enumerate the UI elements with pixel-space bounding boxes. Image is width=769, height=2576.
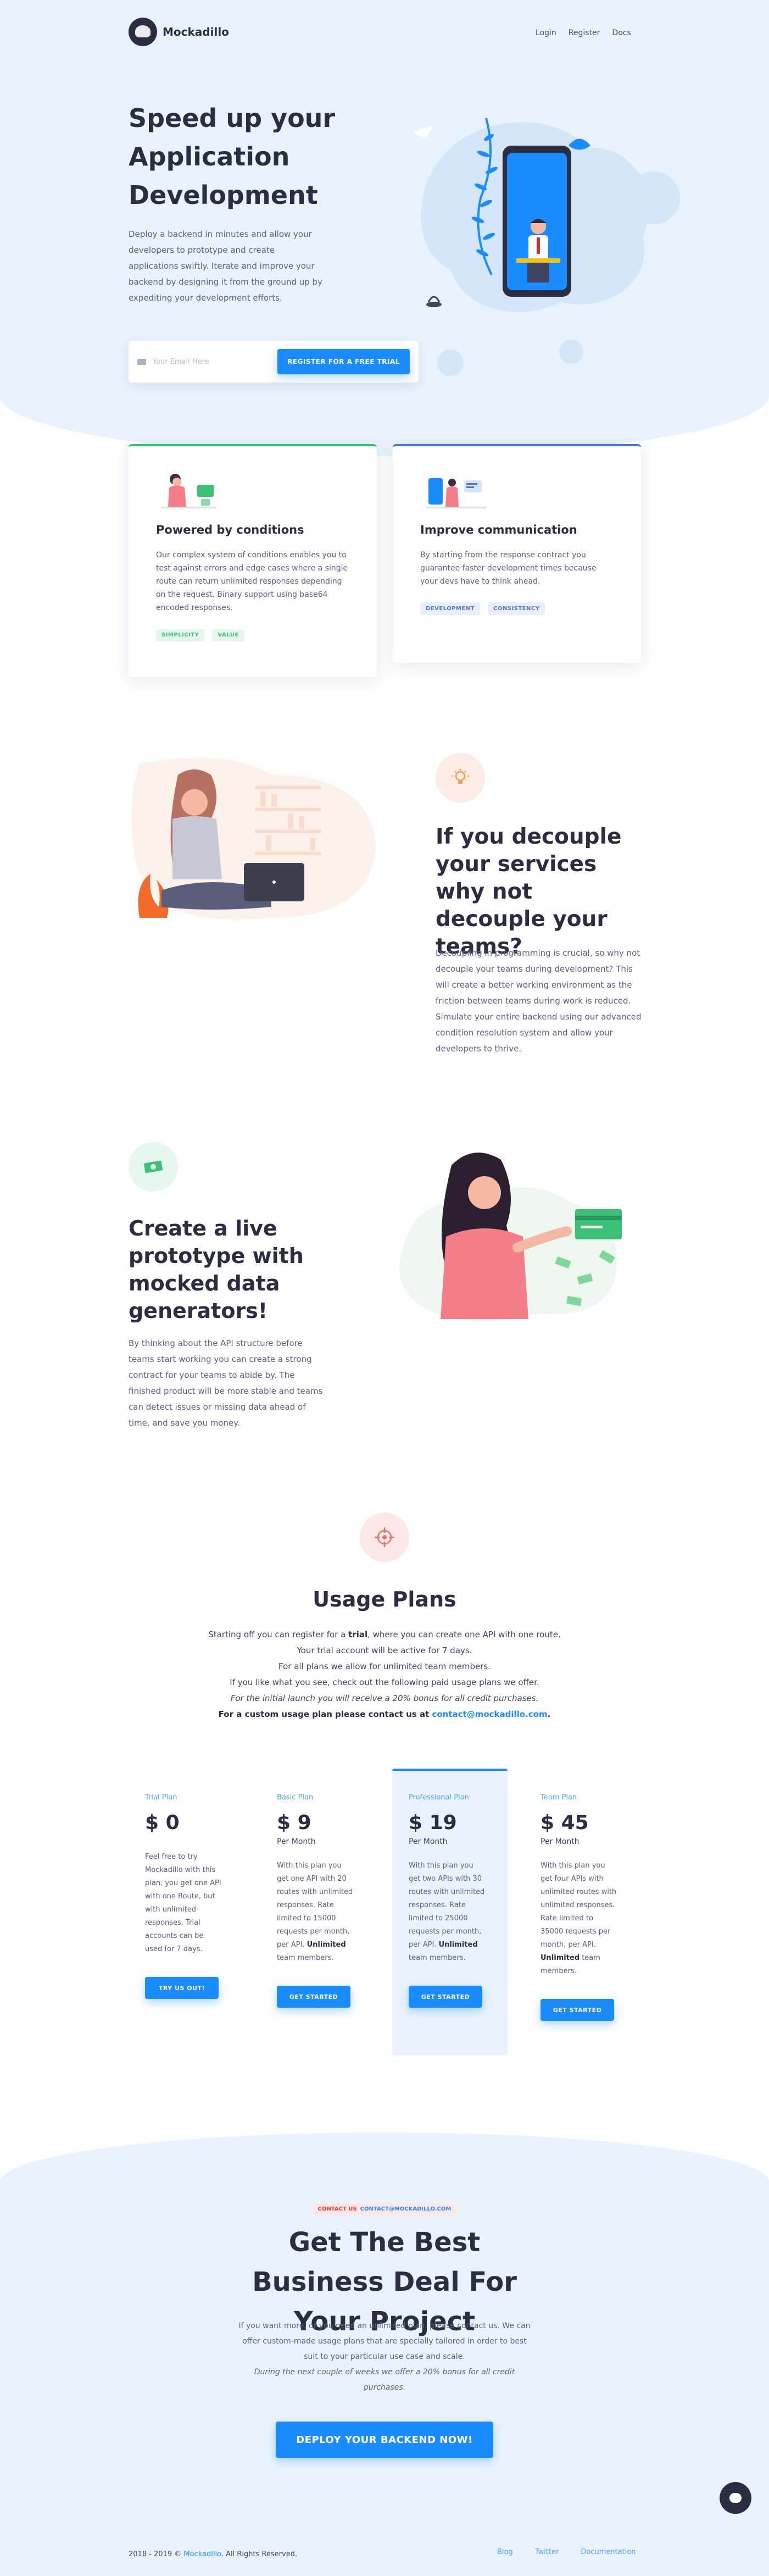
deploy-backend-button[interactable]: DEPLOY YOUR BACKEND NOW! — [276, 2422, 493, 2458]
footer-copyright: 2018 - 2019 © Mockadillo. All Rights Res… — [129, 2550, 297, 2558]
pricing-line5: For the initial launch you will receive … — [230, 1693, 539, 1703]
tag-value: VALUE — [212, 629, 244, 641]
business-text: If you want more, or you need an unlimit… — [238, 2322, 531, 2361]
envelope-icon — [137, 358, 146, 365]
email-signup-form: REGISTER FOR A FREE TRIAL — [129, 341, 419, 383]
plan-period: Per Month — [409, 1837, 448, 1846]
top-nav: Login Register Docs — [536, 29, 631, 37]
plan-price: $ 19 — [409, 1811, 457, 1834]
pricing-line1-post: , where you can create one API with one … — [367, 1630, 561, 1639]
plan-price: $ 0 — [145, 1811, 180, 1834]
hero-title: Speed up your Application Development — [129, 103, 336, 210]
communication-illustration — [420, 446, 614, 523]
nav-docs[interactable]: Docs — [612, 29, 631, 37]
get-started-basic-button[interactable]: GET STARTED — [277, 1986, 350, 2008]
plan-price: $ 9 — [277, 1811, 311, 1834]
plan-description: Feel free to try Mockadillo with this pl… — [145, 1853, 221, 1953]
plan-price: $ 45 — [540, 1811, 589, 1834]
hero-text: Deploy a backend in minutes and allow yo… — [129, 229, 322, 303]
plan-period: Per Month — [540, 1837, 579, 1846]
lightbulb-icon — [436, 753, 485, 802]
armadillo-icon — [129, 18, 157, 46]
money-icon — [129, 1142, 178, 1192]
footer-links: Blog Twitter Documentation — [497, 2548, 636, 2556]
target-icon — [360, 1513, 409, 1562]
feature-title: Improve communication — [420, 523, 577, 536]
decouple-title: If you decouple your services why not de… — [436, 824, 622, 959]
feature-title: Powered by conditions — [156, 523, 304, 536]
pricing-line4: If you like what you see, check out the … — [230, 1677, 539, 1687]
contact-badge-label: CONTACT US — [317, 2206, 357, 2212]
footer-link-blog[interactable]: Blog — [497, 2548, 513, 2556]
feature-text: By starting from the response contract y… — [420, 551, 597, 586]
pricing-title: Usage Plans — [313, 1587, 456, 1611]
plan-description-end: team members. — [409, 1954, 466, 1962]
get-started-professional-button[interactable]: GET STARTED — [409, 1986, 482, 2008]
pricing-line2: Your trial account will be active for 7 … — [297, 1646, 472, 1655]
plan-description-bold: Unlimited — [438, 1941, 478, 1949]
plan-name: Basic Plan — [277, 1793, 314, 1802]
pricing-line6-post: . — [547, 1709, 551, 1719]
decouple-illustration — [129, 753, 379, 934]
plan-name: Professional Plan — [409, 1793, 469, 1802]
plan-trial: Trial Plan $ 0 Feel free to try Mockadil… — [145, 1793, 222, 1999]
footer-link-documentation[interactable]: Documentation — [581, 2548, 636, 2556]
footer-link-twitter[interactable]: Twitter — [535, 2548, 559, 2556]
contact-badge-email: CONTACT@MOCKADILLO.COM — [360, 2206, 452, 2212]
plan-description-bold: Unlimited — [307, 1941, 346, 1949]
copyright-suffix: . All Rights Reserved. — [221, 2550, 298, 2558]
nav-login[interactable]: Login — [536, 29, 556, 37]
plan-description-end: team members. — [277, 1954, 334, 1962]
copyright-prefix: 2018 - 2019 © — [129, 2550, 184, 2558]
decouple-text: Decoupling in programming is crucial, so… — [436, 948, 642, 1054]
get-started-team-button[interactable]: GET STARTED — [540, 1999, 614, 2021]
tag-simplicity: SIMPLICITY — [156, 629, 205, 641]
plan-name: Trial Plan — [145, 1793, 177, 1802]
pricing-line1-bold: trial — [348, 1630, 368, 1639]
pricing-line6-pre: For a custom usage plan please contact u… — [218, 1709, 432, 1719]
prototype-text: By thinking about the API structure befo… — [129, 1338, 323, 1428]
conditions-illustration — [156, 446, 349, 523]
prototype-title: Create a live prototype with mocked data… — [129, 1216, 304, 1323]
feature-card-conditions: Powered by conditions Our complex system… — [129, 444, 377, 677]
tag-development: DEVELOPMENT — [420, 602, 481, 615]
plan-description: With this plan you get one API with 20 r… — [277, 1862, 353, 1949]
plan-basic: Basic Plan $ 9 Per Month With this plan … — [277, 1793, 354, 2008]
try-us-out-button[interactable]: TRY US OUT! — [145, 1977, 219, 1999]
plan-description: With this plan you get four APIs with un… — [540, 1862, 617, 1949]
chat-bubble-icon — [729, 2493, 742, 2503]
email-input[interactable] — [152, 357, 277, 366]
nav-register[interactable]: Register — [569, 29, 600, 37]
hero-illustration — [379, 93, 687, 379]
contact-email-link[interactable]: contact@mockadillo.com — [432, 1709, 547, 1719]
plan-professional: Professional Plan $ 19 Per Month With th… — [409, 1793, 486, 2008]
pricing-line3: For all plans we allow for unlimited tea… — [278, 1661, 491, 1671]
chat-widget-button[interactable] — [720, 2482, 751, 2514]
tag-consistency: CONSISTENCY — [488, 602, 545, 615]
contact-badge-row: CONTACT US CONTACT@MOCKADILLO.COM — [0, 2203, 769, 2215]
register-trial-button[interactable]: REGISTER FOR A FREE TRIAL — [277, 349, 410, 374]
plan-name: Team Plan — [540, 1793, 577, 1802]
plan-description-bold: Unlimited — [540, 1954, 580, 1962]
feature-text: Our complex system of conditions enables… — [156, 551, 348, 612]
contact-badge[interactable]: CONTACT US CONTACT@MOCKADILLO.COM — [312, 2203, 457, 2215]
prototype-illustration — [391, 1143, 633, 1330]
pricing-intro: Starting off you can register for a tria… — [137, 1627, 632, 1722]
plan-description: With this plan you get two APIs with 30 … — [409, 1862, 485, 1949]
brand-name: Mockadillo — [163, 25, 229, 38]
copyright-brand-link[interactable]: Mockadillo — [183, 2550, 221, 2558]
pricing-line1-pre: Starting off you can register for a — [208, 1630, 349, 1639]
feature-card-communication: Improve communication By starting from t… — [393, 444, 641, 663]
business-bonus: During the next couple of weeks we offer… — [254, 2368, 515, 2392]
plan-period: Per Month — [277, 1837, 316, 1846]
plan-team: Team Plan $ 45 Per Month With this plan … — [540, 1793, 617, 2021]
brand-logo[interactable]: Mockadillo — [129, 18, 229, 46]
